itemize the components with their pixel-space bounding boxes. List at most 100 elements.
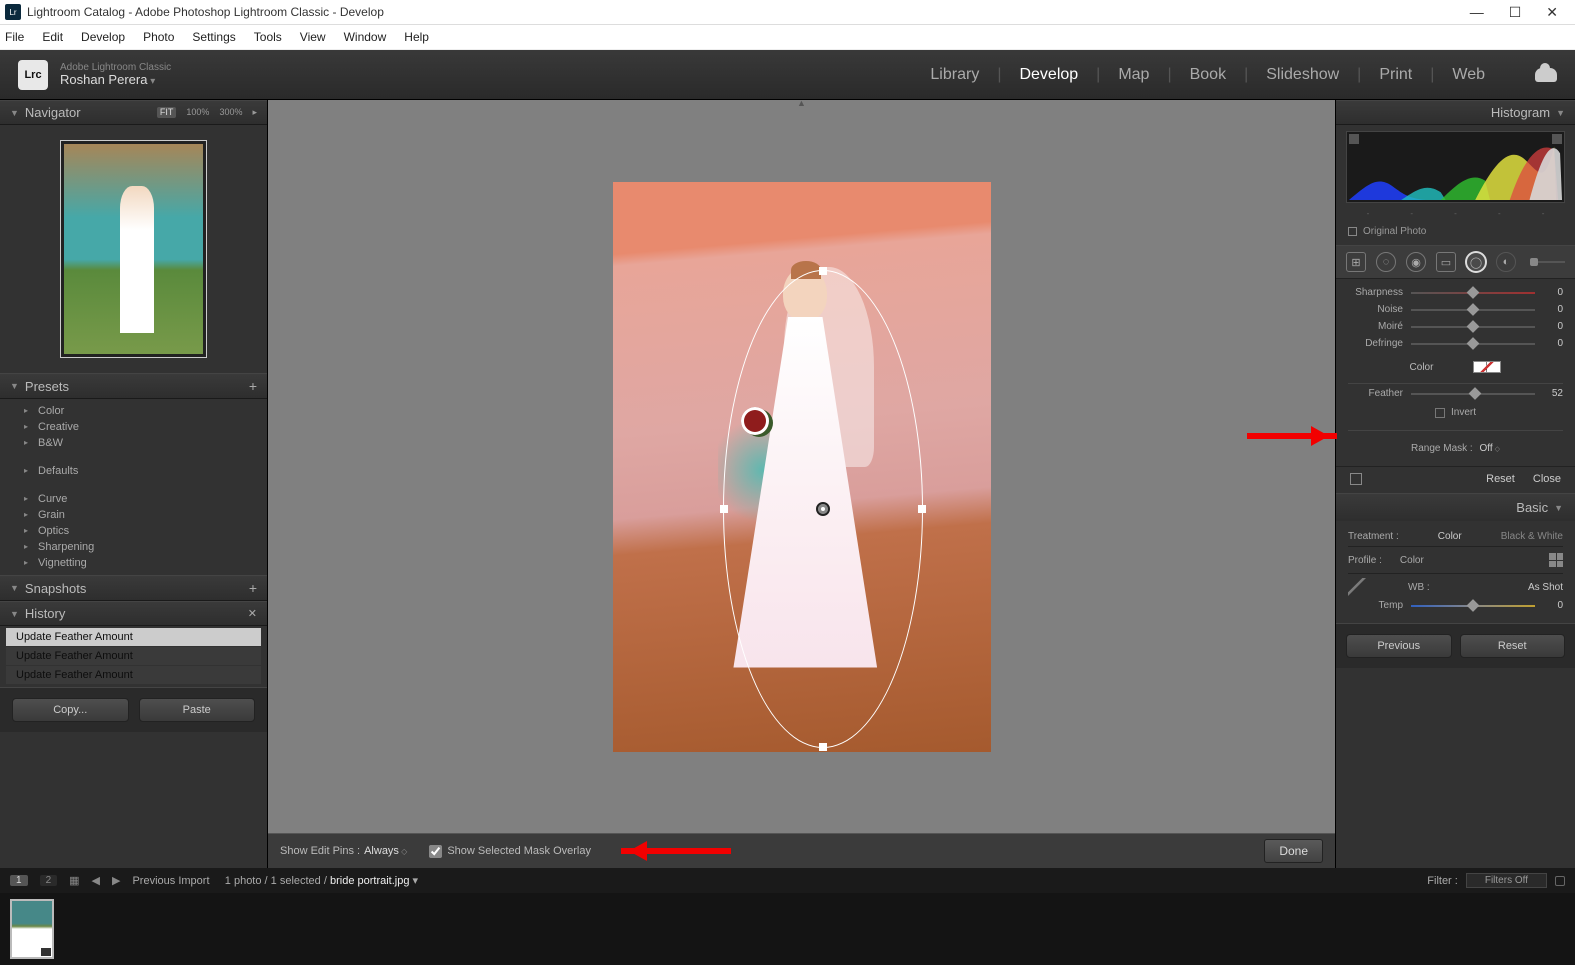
tool-close-button[interactable]: Close	[1533, 473, 1561, 485]
history-row[interactable]: Update Feather Amount	[6, 666, 261, 684]
window-close[interactable]: ✕	[1546, 4, 1558, 21]
feather-slider[interactable]: Feather 52	[1348, 388, 1563, 399]
menu-window[interactable]: Window	[344, 30, 387, 44]
moire-slider[interactable]: Moiré 0	[1348, 321, 1563, 332]
module-web[interactable]: Web	[1452, 66, 1485, 84]
profile-browser-icon[interactable]	[1549, 553, 1563, 567]
preset-group-curve[interactable]: Curve	[0, 491, 267, 507]
secondary-display-2[interactable]: 2	[40, 875, 58, 886]
preset-group-grain[interactable]: Grain	[0, 507, 267, 523]
radial-tool-icon[interactable]: ◯	[1466, 252, 1486, 272]
tool-reset-button[interactable]: Reset	[1486, 473, 1515, 485]
previous-button[interactable]: Previous	[1346, 634, 1452, 658]
navigator-preview[interactable]	[0, 125, 267, 373]
preset-group-optics[interactable]: Optics	[0, 523, 267, 539]
invert-toggle[interactable]: Invert	[1348, 405, 1563, 426]
cloud-sync-icon[interactable]	[1535, 68, 1557, 82]
image-canvas[interactable]	[268, 100, 1335, 833]
history-clear-icon[interactable]: ✕	[248, 607, 257, 620]
handle-left[interactable]	[720, 505, 728, 513]
handle-bottom[interactable]	[819, 743, 827, 751]
wb-picker-icon[interactable]	[1348, 578, 1366, 596]
filmstrip[interactable]	[0, 893, 1575, 965]
spot-tool-icon[interactable]: ◌	[1376, 252, 1396, 272]
done-button[interactable]: Done	[1264, 839, 1323, 863]
menu-help[interactable]: Help	[404, 30, 429, 44]
history-header[interactable]: ▼History ✕	[0, 601, 267, 626]
module-print[interactable]: Print	[1379, 66, 1412, 84]
zoom-300[interactable]: 300%	[219, 107, 242, 118]
histogram-display[interactable]	[1346, 131, 1565, 203]
radial-filter-pin[interactable]	[816, 502, 830, 516]
defringe-slider[interactable]: Defringe 0	[1348, 338, 1563, 349]
menu-tools[interactable]: Tools	[254, 30, 282, 44]
redeye-tool-icon[interactable]: ◉	[1406, 252, 1426, 272]
module-slideshow[interactable]: Slideshow	[1266, 66, 1339, 84]
preset-group-sharpening[interactable]: Sharpening	[0, 539, 267, 555]
menu-photo[interactable]: Photo	[143, 30, 174, 44]
nav-fwd-icon[interactable]: ▶	[112, 874, 120, 887]
preset-group-color[interactable]: Color	[0, 403, 267, 419]
zoom-more-icon[interactable]: ▸	[252, 107, 257, 118]
menu-settings[interactable]: Settings	[192, 30, 235, 44]
graduated-tool-icon[interactable]: ▭	[1436, 252, 1456, 272]
history-row[interactable]: Update Feather Amount	[6, 628, 261, 646]
reset-button[interactable]: Reset	[1460, 634, 1566, 658]
crop-tool-icon[interactable]: ⊞	[1346, 252, 1366, 272]
zoom-100[interactable]: 100%	[186, 107, 209, 118]
radial-filter-oval[interactable]	[723, 270, 923, 748]
secondary-display-1[interactable]: 1	[10, 875, 28, 886]
range-mask-dropdown[interactable]: Off	[1480, 443, 1500, 454]
window-minimize[interactable]: —	[1470, 4, 1484, 21]
sharpness-slider[interactable]: Sharpness 0	[1348, 287, 1563, 298]
nav-back-icon[interactable]: ◀	[92, 874, 100, 887]
module-map[interactable]: Map	[1118, 66, 1149, 84]
filename-menu-icon[interactable]: ▾	[413, 875, 419, 887]
photo-preview[interactable]	[613, 182, 991, 752]
clip-highlight-icon[interactable]	[1552, 134, 1562, 144]
zoom-fit[interactable]: FIT	[157, 107, 177, 118]
temp-slider[interactable]: Temp 0	[1348, 600, 1563, 611]
preset-group-defaults[interactable]: Defaults	[0, 463, 267, 479]
module-develop[interactable]: Develop	[1019, 66, 1078, 84]
basic-panel-header[interactable]: Basic▼	[1336, 493, 1575, 521]
preset-group-creative[interactable]: Creative	[0, 419, 267, 435]
handle-right[interactable]	[918, 505, 926, 513]
pins-dropdown[interactable]: Always	[364, 845, 407, 857]
color-picker-swatch[interactable]	[1473, 361, 1501, 373]
treatment-bw[interactable]: Black & White	[1501, 531, 1563, 542]
filter-dropdown[interactable]: Filters Off	[1466, 873, 1547, 888]
folder-name[interactable]: Previous Import	[132, 875, 209, 887]
paste-button[interactable]: Paste	[139, 698, 256, 722]
copy-button[interactable]: Copy...	[12, 698, 129, 722]
menu-edit[interactable]: Edit	[42, 30, 63, 44]
presets-add-icon[interactable]: +	[249, 378, 257, 394]
module-book[interactable]: Book	[1190, 66, 1226, 84]
original-photo-toggle[interactable]: Original Photo	[1336, 222, 1575, 245]
menu-develop[interactable]: Develop	[81, 30, 125, 44]
snapshots-header[interactable]: ▼Snapshots +	[0, 575, 267, 601]
navigator-header[interactable]: ▼ Navigator FIT 100% 300% ▸	[0, 100, 267, 125]
presets-header[interactable]: ▼Presets +	[0, 373, 267, 399]
profile-dropdown[interactable]: Color	[1400, 555, 1424, 566]
clip-shadow-icon[interactable]	[1349, 134, 1359, 144]
window-maximize[interactable]: ☐	[1509, 4, 1522, 21]
module-library[interactable]: Library	[930, 66, 979, 84]
menu-file[interactable]: File	[5, 30, 24, 44]
wb-dropdown[interactable]: As Shot	[1528, 582, 1563, 593]
filmstrip-thumbnail[interactable]	[10, 899, 54, 959]
histogram-header[interactable]: Histogram▼	[1336, 100, 1575, 125]
mask-overlay-checkbox[interactable]	[429, 845, 442, 858]
panel-switch-icon[interactable]	[1350, 473, 1362, 485]
brush-tool-icon[interactable]: ◐	[1496, 252, 1516, 272]
history-row[interactable]: Update Feather Amount	[6, 647, 261, 665]
preset-group-vignetting[interactable]: Vignetting	[0, 555, 267, 571]
menu-view[interactable]: View	[300, 30, 326, 44]
tool-size-slider[interactable]	[1530, 261, 1565, 263]
filter-lock-icon[interactable]	[1555, 876, 1565, 886]
handle-top[interactable]	[819, 267, 827, 275]
treatment-color[interactable]: Color	[1438, 531, 1462, 542]
preset-group-bw[interactable]: B&W	[0, 435, 267, 451]
grid-view-icon[interactable]: ▦	[69, 874, 79, 887]
snapshots-add-icon[interactable]: +	[249, 580, 257, 596]
